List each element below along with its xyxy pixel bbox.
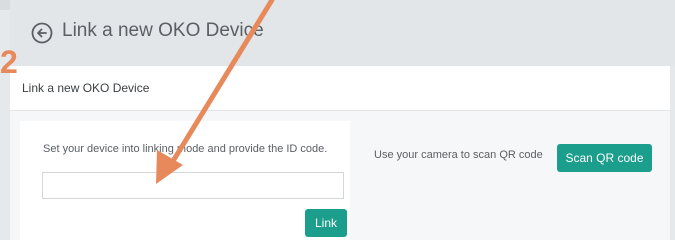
card-title: Link a new OKO Device	[22, 81, 150, 95]
scan-qr-button[interactable]: Scan QR code	[557, 144, 652, 172]
step-number-annotation: 2	[0, 44, 18, 80]
link-by-id-section: Set your device into linking mode and pr…	[20, 121, 350, 240]
page-title: Link a new OKO Device	[62, 20, 264, 41]
card-header: Link a new OKO Device	[10, 66, 670, 111]
card-body: Set your device into linking mode and pr…	[10, 111, 670, 240]
link-device-card: Link a new OKO Device Set your device in…	[10, 66, 670, 240]
page-header: Link a new OKO Device	[10, 0, 675, 66]
link-button[interactable]: Link	[305, 209, 347, 237]
scan-instruction: Use your camera to scan QR code	[374, 149, 543, 161]
device-id-input[interactable]	[42, 172, 344, 199]
link-instruction: Set your device into linking mode and pr…	[43, 143, 328, 155]
back-arrow-icon[interactable]	[31, 22, 53, 44]
scan-qr-section: Use your camera to scan QR code Scan QR …	[362, 121, 662, 240]
